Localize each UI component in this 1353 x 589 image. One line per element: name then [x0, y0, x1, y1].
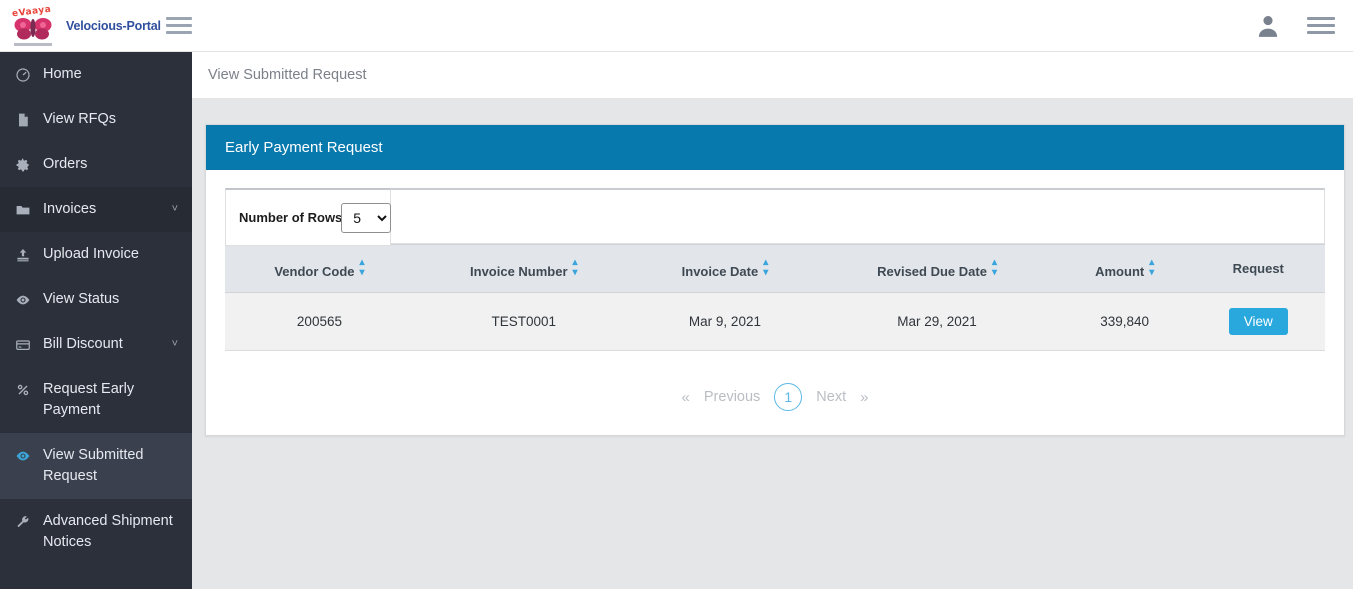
table-controls-bar: Number of Rows 5102550100 — [225, 188, 1325, 246]
eye-icon — [14, 445, 32, 466]
user-avatar-icon[interactable] — [1255, 13, 1281, 39]
cell-invoice-date: Mar 9, 2021 — [633, 292, 817, 351]
sidebar-item-orders[interactable]: Orders — [0, 142, 192, 187]
chevron-down-icon: ˅ — [171, 203, 178, 215]
pagination-last[interactable]: » — [860, 389, 868, 406]
pagination-first[interactable]: « — [682, 389, 690, 406]
cell-amount: 339,840 — [1057, 292, 1192, 351]
early-payment-request-panel: Early Payment Request Number of Rows 510… — [205, 124, 1345, 436]
sidebar-item-label: Upload Invoice — [43, 246, 139, 262]
sidebar-navigation: Home View RFQs Orders Invoices ˅ Upload Invoi… — [0, 52, 192, 589]
column-label: Revised Due Date — [877, 264, 987, 279]
column-label: Vendor Code — [274, 264, 355, 279]
table-header: Vendor Code ▴ ▾ Invoice Number ▴ ▾ Invoice Dat… — [225, 244, 1325, 293]
eye-icon — [14, 289, 32, 310]
sidebar-item-label: Invoices — [43, 201, 97, 217]
sidebar-item-label: Home — [43, 66, 82, 82]
main-content: View Submitted Request Early Payment Req… — [192, 52, 1353, 589]
table-header-row: Vendor Code ▴ ▾ Invoice Number ▴ ▾ Invoice Dat… — [225, 244, 1325, 293]
butterfly-logo: eVaaya — [8, 4, 60, 46]
sidebar-item-label: Request Early Payment — [43, 381, 135, 418]
chevron-down-icon: ˅ — [171, 338, 178, 350]
upload-icon — [14, 244, 32, 265]
column-label: Amount — [1095, 264, 1145, 279]
sort-arrows-icon[interactable]: ▴ ▾ — [992, 258, 997, 278]
hamburger-bar — [1307, 17, 1335, 20]
top-right-actions — [1255, 13, 1353, 39]
rows-per-page-label: Number of Rows — [239, 210, 343, 225]
sidebar-item-home[interactable]: Home — [0, 52, 192, 97]
page-title: Early Payment Request — [225, 139, 383, 156]
table-header-vendor-code[interactable]: Vendor Code ▴ ▾ — [225, 244, 414, 293]
column-label: Request — [1232, 261, 1284, 276]
rows-per-page-select[interactable]: 5102550100 — [341, 202, 392, 233]
sidebar-item-label: View Status — [43, 291, 120, 307]
cell-request-action: View — [1191, 292, 1325, 351]
folder-icon — [14, 199, 32, 220]
breadcrumb: View Submitted Request — [208, 67, 367, 83]
view-request-button[interactable]: View — [1228, 308, 1288, 335]
sidebar-item-invoices[interactable]: Invoices ˅ — [0, 187, 192, 232]
table-header-invoice-date[interactable]: Invoice Date ▴ ▾ — [633, 244, 817, 293]
hamburger-bar — [166, 31, 192, 34]
sidebar-item-label: View RFQs — [43, 111, 117, 127]
table-header-request: Request — [1191, 244, 1325, 293]
pagination-page-1[interactable]: 1 — [774, 383, 803, 411]
cell-invoice-number: TEST0001 — [413, 292, 634, 351]
table-row: 200565 TEST0001 Mar 9, 2021 Mar 29, 2021 339… — [225, 292, 1325, 351]
cell-vendor-code: 200565 — [225, 292, 414, 351]
pagination-next[interactable]: Next — [816, 389, 846, 405]
sort-arrows-icon[interactable]: ▴ ▾ — [573, 258, 578, 278]
logo-base-bar — [14, 42, 52, 46]
percent-icon — [14, 379, 32, 400]
hamburger-bar — [166, 17, 192, 20]
panel-header: Early Payment Request — [206, 125, 1344, 170]
sidebar-item-view-status[interactable]: View Status — [0, 277, 192, 322]
breadcrumb-bar: View Submitted Request — [192, 52, 1353, 99]
hamburger-bar — [1307, 24, 1335, 27]
table-body: 200565 TEST0001 Mar 9, 2021 Mar 29, 2021 339… — [225, 292, 1325, 351]
document-icon — [14, 109, 32, 130]
sidebar-item-label: View Submitted Request — [43, 447, 144, 484]
sort-arrows-icon[interactable]: ▴ ▾ — [360, 258, 365, 278]
sidebar-item-label: Bill Discount — [43, 336, 123, 352]
sidebar-item-label: Advanced Shipment Notices — [43, 513, 173, 550]
table-header-amount[interactable]: Amount ▴ ▾ — [1057, 244, 1192, 293]
sidebar-item-label: Orders — [43, 156, 88, 172]
sort-arrows-icon[interactable]: ▴ ▾ — [1149, 258, 1154, 278]
sidebar-item-request-early-payment[interactable]: Request Early Payment — [0, 367, 192, 433]
top-navigation-bar: eVaaya Velocious-Portal — [0, 0, 1353, 52]
sidebar-item-view-submitted-request[interactable]: View Submitted Request — [0, 433, 192, 499]
gear-icon — [14, 154, 32, 175]
hamburger-bar — [1307, 31, 1335, 34]
wrench-icon — [14, 511, 32, 532]
brand-logo[interactable]: eVaaya Velocious-Portal — [0, 4, 161, 46]
app-root: eVaaya Velocious-Portal Home View RFQs O… — [0, 0, 1353, 589]
sidebar-item-advanced-shipment-notices[interactable]: Advanced Shipment Notices — [0, 499, 192, 565]
table-header-invoice-number[interactable]: Invoice Number ▴ ▾ — [413, 244, 634, 293]
dashboard-icon — [14, 64, 32, 85]
column-label: Invoice Date — [681, 264, 759, 279]
pagination-previous[interactable]: Previous — [704, 389, 760, 405]
column-label: Invoice Number — [470, 264, 568, 279]
credit-card-icon — [14, 334, 32, 355]
brand-name: Velocious-Portal — [66, 18, 161, 33]
top-right-hamburger-icon[interactable] — [1307, 13, 1335, 38]
table-header-revised-due-date[interactable]: Revised Due Date ▴ ▾ — [816, 244, 1058, 293]
sidebar-item-bill-discount[interactable]: Bill Discount ˅ — [0, 322, 192, 367]
sidebar-item-view-rfqs[interactable]: View RFQs — [0, 97, 192, 142]
hamburger-bar — [166, 24, 192, 27]
pagination: « Previous 1 Next » — [225, 383, 1325, 411]
panel-body: Number of Rows 5102550100 Vendor Code▴▾I… — [206, 170, 1344, 435]
sidebar-toggle-hamburger-icon[interactable] — [162, 9, 196, 42]
submitted-requests-table: Vendor Code ▴ ▾ Invoice Number ▴ ▾ Invoice Dat… — [225, 244, 1325, 351]
sort-arrows-icon[interactable]: ▴ ▾ — [763, 258, 768, 278]
butterfly-icon — [14, 17, 52, 39]
rows-per-page-control: Number of Rows 5102550100 — [225, 188, 392, 246]
sidebar-item-upload-invoice[interactable]: Upload Invoice — [0, 232, 192, 277]
cell-revised-due-date: Mar 29, 2021 — [816, 292, 1058, 351]
